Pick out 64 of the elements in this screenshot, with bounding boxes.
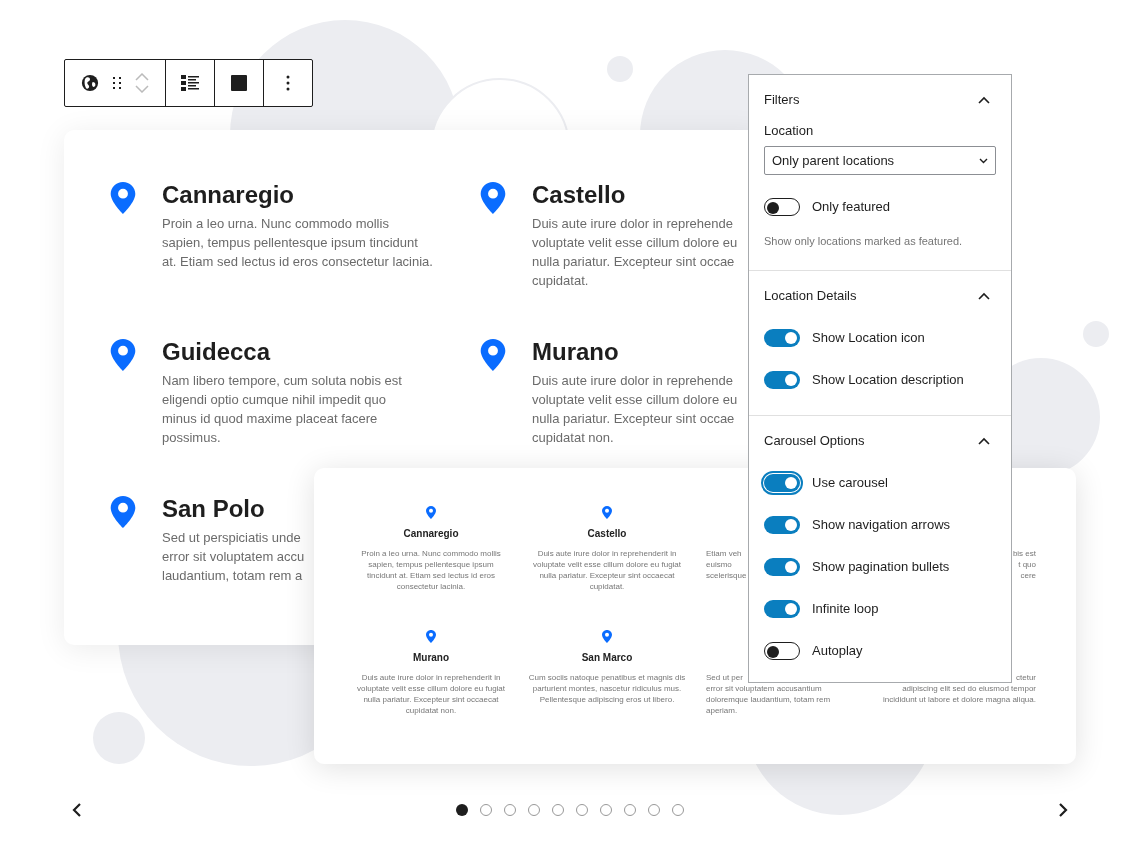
- location-pin-icon: [480, 339, 506, 371]
- location-description: Proin a leo urna. Nunc commodo mollis sapien, tempus pellentesque ipsum tincidunt at. Etiam sed lectus id eros consectetur lacinia.: [162, 215, 433, 271]
- location-title: Cannaregio: [162, 180, 296, 210]
- toggle-label: Autoplay: [812, 642, 863, 661]
- location-description: bis est t quo cere: [1012, 548, 1037, 581]
- toggle-label: Show pagination bullets: [812, 558, 950, 577]
- section-header[interactable]: Carousel Options: [764, 432, 996, 450]
- toggle-label: Show navigation arrows: [812, 516, 951, 535]
- globe-icon[interactable]: [81, 74, 99, 92]
- pagination-bullet[interactable]: [456, 804, 468, 816]
- location-pin-icon: [480, 182, 506, 214]
- location-title: Murano: [532, 337, 620, 367]
- location-select[interactable]: Only parent locations: [764, 146, 996, 175]
- location-title: Guidecca: [162, 337, 272, 367]
- toggle-label: Show Location description: [812, 371, 964, 390]
- section-header[interactable]: Location Details: [764, 287, 996, 305]
- toggle-switch[interactable]: [764, 642, 800, 660]
- location-description: ctetur adipiscing elit sed do eiusmod tempor incididunt ut labore et dolore magna aliqua.: [883, 672, 1037, 705]
- location-description: Proin a leo urna. Nunc commodo mollis sapien, tempus pellentesque ipsum tincidunt at. Etiam sed lectus id eros consectetur lacinia.: [361, 548, 501, 592]
- location-description: Cum sociis natoque penatibus et magnis dis parturient montes, nascetur ridiculus mus. Pellentesque adipiscing eros ut libero.: [528, 672, 686, 705]
- toggle-switch[interactable]: [764, 516, 800, 534]
- location-pin-icon: [602, 630, 612, 643]
- location-pin-icon: [110, 496, 136, 528]
- toggle-label: Show Location icon: [812, 329, 925, 348]
- toggle-switch[interactable]: [764, 474, 800, 492]
- chevron-up-icon: [978, 292, 990, 300]
- toggle-switch[interactable]: [764, 198, 800, 216]
- more-options-icon[interactable]: [286, 75, 290, 91]
- previous-arrow-icon[interactable]: [71, 802, 83, 818]
- location-title: Cannaregio: [403, 527, 459, 540]
- location-title: San Marco: [581, 651, 633, 664]
- location-description: Sed ut per error sit voluptatem accusantium doloremque laudantium, totam rem aperiam.: [705, 672, 831, 716]
- location-title: Murano: [412, 651, 450, 664]
- toggle-label: Only featured: [812, 198, 891, 217]
- chevron-up-icon: [978, 437, 990, 445]
- location-description: Duis aute irure dolor in reprehenderit in voluptate velit esse cillum dolore eu fugiat nulla pariatur. Excepteur sint occaecat cupidatat.: [532, 548, 682, 592]
- location-description: Nam libero tempore, cum soluta nobis est eligendi optio cumque nihil impedit quo minus id quod maxime placeat facere possimus.: [162, 372, 402, 447]
- location-description: Duis aute irure dolor in reprehenderit in voluptate velit esse cillum dolore eu fugiat nulla pariatur. Excepteur sint occaecat cupidatat non.: [356, 672, 506, 716]
- toggle-label: Infinite loop: [812, 600, 879, 619]
- toggle-label: Use carousel: [812, 474, 888, 493]
- location-description: Duis aute irure dolor in reprehende voluptate velit esse cillum dolore eu nulla pariatur. Excepteur sint occae cupidatat.: [532, 215, 738, 290]
- toggle-switch[interactable]: [764, 600, 800, 618]
- toggle-switch[interactable]: [764, 558, 800, 576]
- help-text: Show only locations marked as featured.: [764, 234, 964, 248]
- section-header[interactable]: Filters: [764, 91, 996, 109]
- chevron-down-icon: [979, 157, 988, 164]
- location-title: Castello: [587, 527, 627, 540]
- location-title: San Polo: [162, 494, 266, 524]
- location-description: Duis aute irure dolor in reprehende voluptate velit esse cillum dolore eu nulla pariatur. Excepteur sint occae cupidatat non.: [532, 372, 738, 447]
- location-pin-icon: [110, 182, 136, 214]
- list-icon[interactable]: [181, 75, 199, 91]
- location-pin-icon: [602, 506, 612, 519]
- chevron-up-icon: [978, 96, 990, 104]
- location-pin-icon: [110, 339, 136, 371]
- drag-handle-icon[interactable]: [111, 74, 123, 92]
- location-description: Sed ut perspiciatis unde error sit voluptatem accu laudantium, totam rem a: [162, 529, 305, 585]
- toggle-switch[interactable]: [764, 329, 800, 347]
- toggle-switch[interactable]: [764, 371, 800, 389]
- location-pin-icon: [426, 630, 436, 643]
- location-description: Etiam veh euismo scelerisque: [705, 548, 747, 581]
- next-arrow-icon[interactable]: [1057, 802, 1069, 818]
- field-label: Location: [764, 123, 815, 139]
- location-pin-icon: [426, 506, 436, 519]
- location-title: Castello: [532, 180, 627, 210]
